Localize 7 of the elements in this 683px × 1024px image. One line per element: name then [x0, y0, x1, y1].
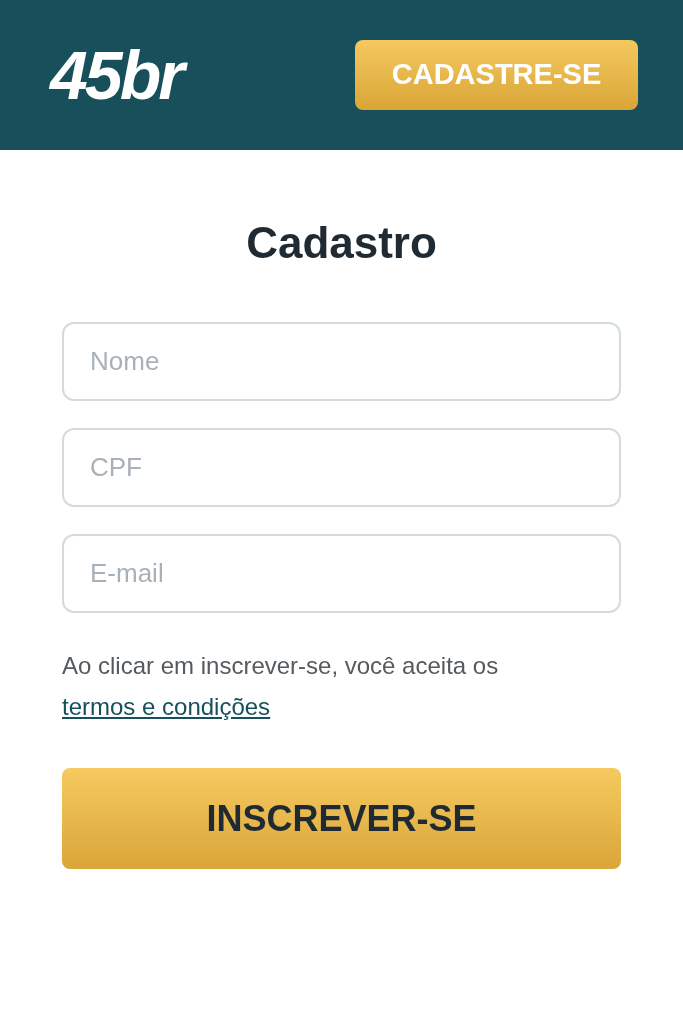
- terms-sentence: Ao clicar em inscrever-se, você aceita os termos e condições: [62, 651, 500, 722]
- terms-link[interactable]: termos e condições: [62, 693, 271, 720]
- submit-button[interactable]: INSCREVER-SE: [62, 768, 621, 869]
- input-field[interactable]: E-mail: [62, 534, 621, 613]
- page-title: Cadastro: [245, 217, 438, 269]
- input-field[interactable]: CPF: [62, 428, 621, 507]
- input-field[interactable]: Nome: [62, 322, 621, 401]
